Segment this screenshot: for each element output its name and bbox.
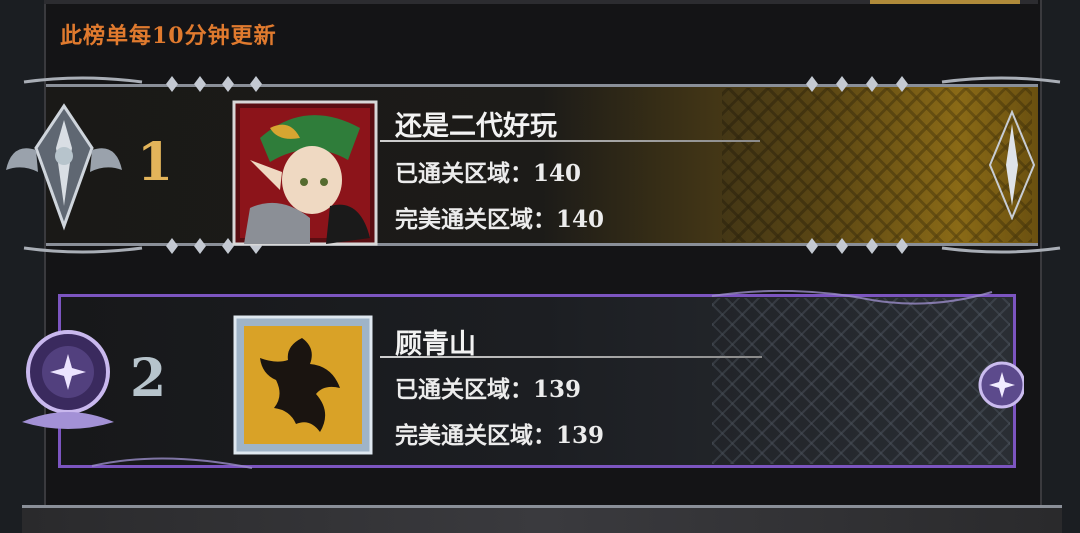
crescent-ornament-icon <box>978 361 1024 409</box>
top-tab-bar <box>44 0 1038 4</box>
active-tab-accent <box>870 0 1020 4</box>
perfect-cleared-value: 140 <box>556 206 605 233</box>
rank-number: 1 <box>137 132 174 193</box>
elf-knight-portrait-icon[interactable] <box>230 98 380 248</box>
update-notice: 此榜单每10分钟更新 <box>60 23 277 49</box>
rank-number: 2 <box>130 348 167 409</box>
perfect-cleared-label: 完美通关区域： <box>395 422 556 449</box>
perfect-cleared-stat: 完美通关区域：139 <box>395 416 604 450</box>
perfect-cleared-value: 139 <box>556 422 605 449</box>
cleared-areas-value: 140 <box>533 160 582 187</box>
leaderboard-entry-1[interactable]: 1 还是二代好玩 已通关区域：140 完美通关区域：140 <box>6 70 1062 260</box>
black-dragon-emblem-icon[interactable] <box>232 314 374 456</box>
cleared-areas-stat: 已通关区域：139 <box>395 370 581 404</box>
next-entry-frame <box>22 505 1062 533</box>
crescent-moon-badge-icon <box>22 330 114 429</box>
cleared-areas-label: 已通关区域： <box>395 376 533 403</box>
cleared-areas-stat: 已通关区域：140 <box>395 154 581 188</box>
player-name: 还是二代好玩 <box>395 111 557 142</box>
name-underline <box>380 356 762 358</box>
cleared-areas-value: 139 <box>533 376 582 403</box>
name-underline <box>380 140 760 142</box>
winged-sword-badge-icon <box>6 103 122 231</box>
cleared-areas-label: 已通关区域： <box>395 160 533 187</box>
sword-ornament-icon <box>988 110 1036 220</box>
perfect-cleared-label: 完美通关区域： <box>395 206 556 233</box>
perfect-cleared-stat: 完美通关区域：140 <box>395 200 604 234</box>
leaderboard-entry-2[interactable]: 2 顾青山 已通关区域：139 完美通关区域：139 <box>22 290 1024 472</box>
